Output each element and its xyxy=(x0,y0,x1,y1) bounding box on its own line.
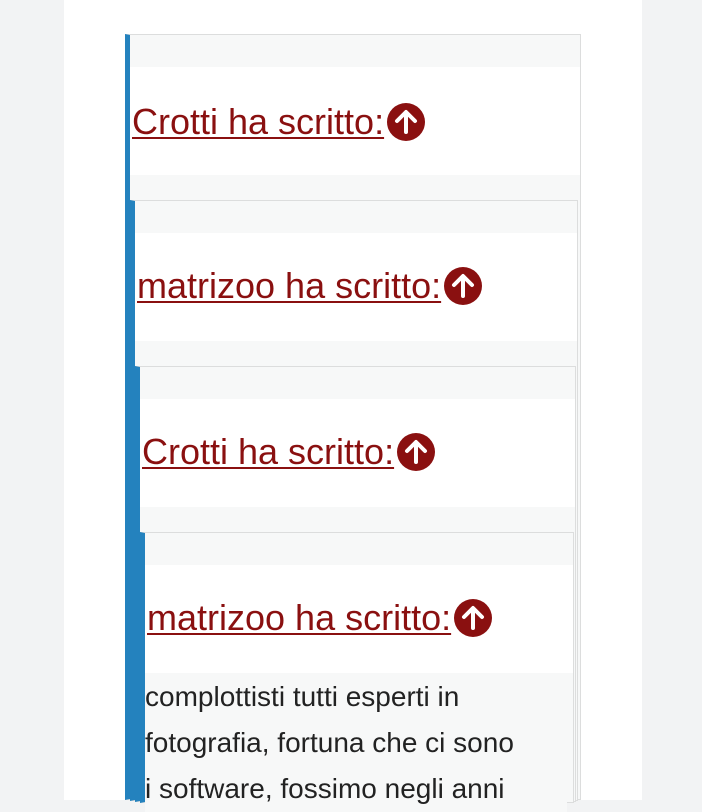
quote-attribution-4: matrizoo ha scritto: xyxy=(147,598,493,638)
quote-attribution-3: Crotti ha scritto: xyxy=(142,432,436,472)
forum-post-content: Crotti ha scritto: matrizoo ha scritto: xyxy=(64,0,642,812)
arrow-up-circle-icon[interactable] xyxy=(386,102,426,142)
quote-body-text: complottisti tutti esperti in fotografia… xyxy=(145,674,567,812)
arrow-up-circle-icon[interactable] xyxy=(453,598,493,638)
quote-text-line: i software, fossimo negli anni xyxy=(145,773,505,804)
quote-text-line: complottisti tutti esperti in xyxy=(145,681,460,712)
quote-author-link[interactable]: matrizoo ha scritto: xyxy=(147,598,451,638)
quote-header-1: Crotti ha scritto: xyxy=(130,67,580,175)
quote-author-link[interactable]: Crotti ha scritto: xyxy=(142,432,394,472)
quote-author-link[interactable]: matrizoo ha scritto: xyxy=(137,266,441,306)
quote-author-link[interactable]: Crotti ha scritto: xyxy=(132,102,384,142)
quote-block-1: Crotti ha scritto: matrizoo ha scritto: xyxy=(125,34,581,812)
quote-block-2: matrizoo ha scritto: Crotti ha scritto: xyxy=(130,200,578,812)
quote-attribution-2: matrizoo ha scritto: xyxy=(137,266,483,306)
quote-attribution-1: Crotti ha scritto: xyxy=(132,102,426,142)
quote-block-4: matrizoo ha scritto: complottisti tutti … xyxy=(140,532,574,812)
arrow-up-circle-icon[interactable] xyxy=(443,266,483,306)
quote-header-2: matrizoo ha scritto: xyxy=(135,233,577,341)
arrow-up-circle-icon[interactable] xyxy=(396,432,436,472)
quote-block-3: Crotti ha scritto: matrizoo ha scritto: xyxy=(135,366,576,812)
quote-text-line: fotografia, fortuna che ci sono xyxy=(145,727,514,758)
quote-header-3: Crotti ha scritto: xyxy=(140,399,575,507)
quote-header-4: matrizoo ha scritto: xyxy=(145,565,573,673)
